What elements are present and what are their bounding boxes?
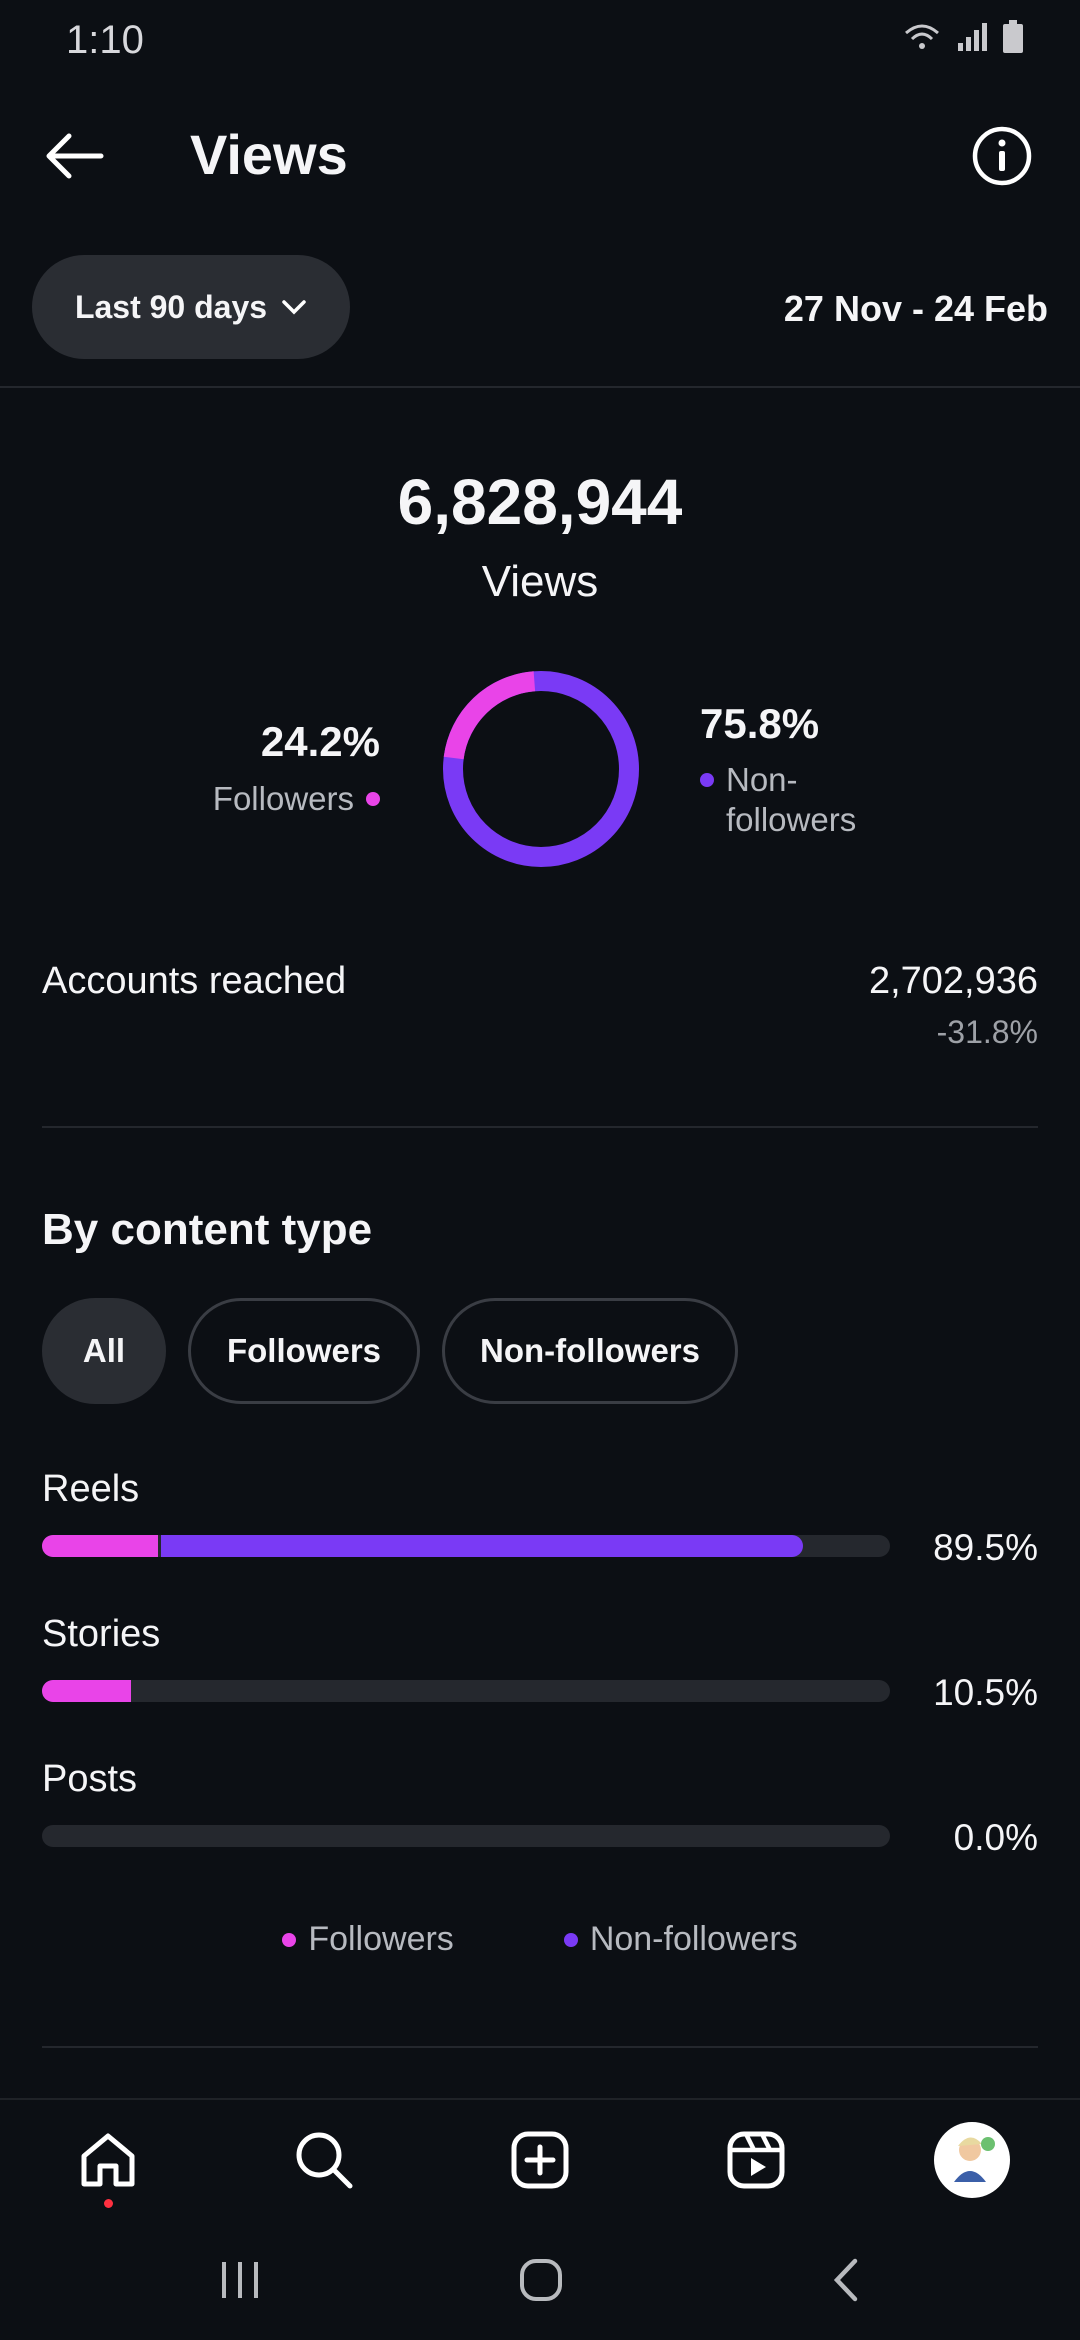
nav-create[interactable] [500,2120,580,2200]
followers-legend: Followers [213,780,380,818]
date-range-dropdown[interactable]: Last 90 days [32,255,350,359]
header-divider [0,386,1080,388]
search-icon [296,2132,353,2189]
reels-non-followers-segment [161,1535,803,1557]
status-icons [902,20,1024,54]
non-followers-legend: Non-followers [700,760,856,840]
status-time: 1:10 [66,18,144,62]
posts-bar [42,1825,890,1847]
views-donut-chart [443,671,639,867]
filter-chip-followers[interactable]: Followers [188,1298,420,1404]
non-followers-label-line2: followers [726,801,857,838]
accounts-reached-label: Accounts reached [42,960,347,1002]
content-type-legend: Followers Non-followers [0,1920,1080,1959]
stories-followers-segment [42,1680,132,1702]
section-divider-bottom [42,2046,1038,2048]
followers-label: Followers [212,780,354,817]
profile-avatar [934,2122,1010,2198]
reels-label: Reels [42,1468,140,1510]
arrow-left-icon [46,133,104,179]
accounts-reached-change: -31.8% [936,1014,1038,1050]
date-range-text: 27 Nov - 24 Feb [783,288,1048,329]
info-button[interactable] [964,118,1040,194]
legend-followers-dot [282,1932,297,1947]
signal-icon [958,23,987,51]
info-icon [972,126,1032,186]
home-icon [81,2133,135,2187]
nav-search[interactable] [284,2120,364,2200]
legend-non-followers-label: Non-followers [589,1920,798,1958]
accounts-reached-value: 2,702,936 [868,960,1038,1002]
nav-reels[interactable] [716,2120,796,2200]
legend-followers-label: Followers [308,1920,454,1958]
filter-chip-non-followers[interactable]: Non-followers [442,1298,738,1404]
legend-followers: Followers [282,1920,454,1959]
home-active-dot [104,2199,113,2208]
chevron-down-icon [282,300,306,315]
non-followers-percentage: 75.8% [700,700,820,747]
total-views-value: 6,828,944 [397,466,683,538]
system-navigation-bar [0,2230,1080,2330]
non-followers-label: Non-followers [726,760,856,840]
posts-label: Posts [42,1758,138,1800]
donut-followers-segment [443,671,536,760]
reels-percentage: 89.5% [933,1527,1038,1568]
stories-percentage: 10.5% [933,1672,1038,1713]
create-icon [511,2131,569,2189]
system-back-button[interactable] [810,2250,880,2310]
reels-followers-segment [42,1535,159,1557]
followers-percentage: 24.2% [260,718,380,765]
legend-non-followers-dot [563,1932,578,1947]
wifi-icon [905,24,939,49]
nav-home[interactable] [68,2120,148,2208]
total-views-label: Views [481,557,599,606]
non-followers-label-line1: Non- [726,761,798,798]
system-home-button[interactable] [506,2250,576,2310]
posts-percentage: 0.0% [953,1817,1038,1858]
filter-chip-all[interactable]: All [42,1298,166,1404]
nav-profile[interactable] [932,2120,1012,2200]
non-followers-dot [700,773,714,787]
back-button[interactable] [36,118,112,194]
stories-label: Stories [42,1613,161,1655]
system-recents-button[interactable] [205,2250,275,2310]
stories-bar [42,1680,890,1702]
recents-icon [222,2262,258,2298]
home-circle-icon [520,2259,562,2301]
back-chevron-icon [833,2258,858,2302]
battery-icon [1003,20,1023,53]
followers-dot [366,792,380,806]
reels-icon [727,2131,785,2189]
bottom-navigation [0,2098,1080,2216]
page-title: Views [190,123,348,186]
date-range-label: Last 90 days [74,288,268,325]
legend-non-followers: Non-followers [563,1920,798,1959]
section-divider [42,1126,1038,1128]
content-type-title: By content type [42,1205,373,1254]
reels-bar [42,1535,890,1557]
